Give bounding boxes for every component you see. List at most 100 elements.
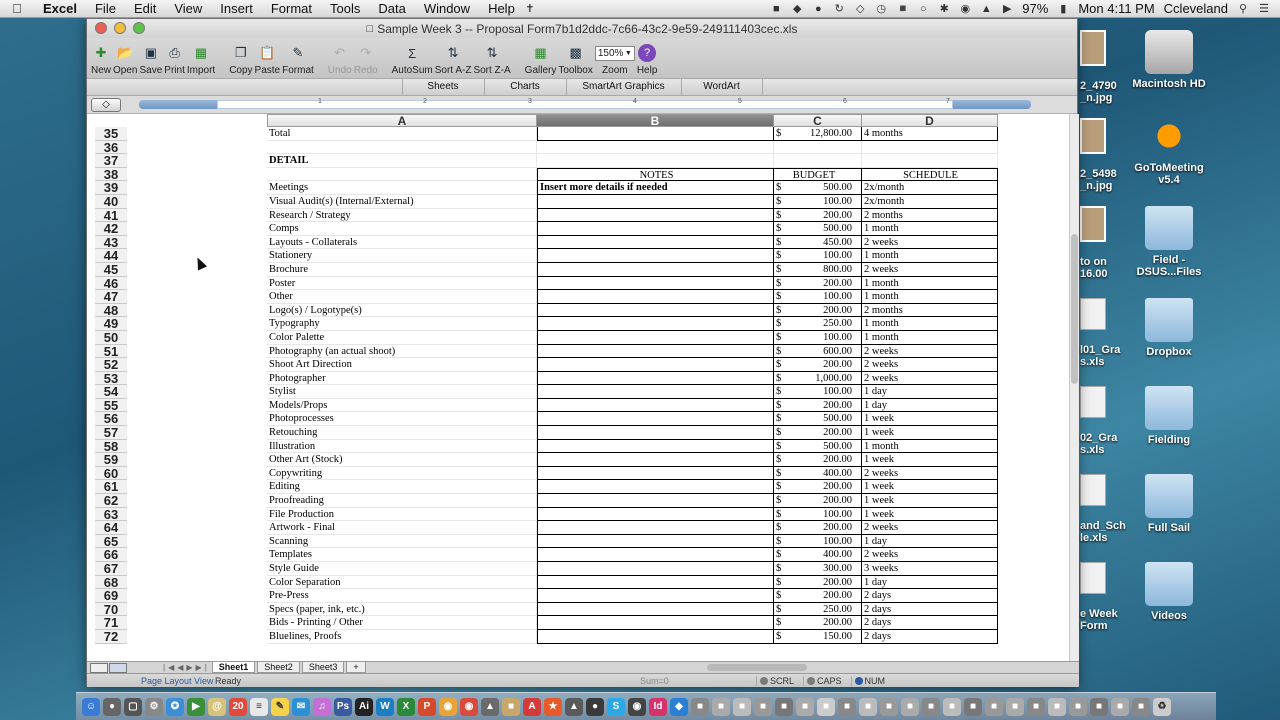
calendar-dock-icon[interactable]: 20 <box>229 697 247 716</box>
desktop-edge-label[interactable]: l01_Gra s.xls <box>1080 344 1120 368</box>
row-header[interactable]: 60 <box>95 466 127 481</box>
apple-menu-icon[interactable]:  <box>0 1 34 16</box>
stickies-dock-icon[interactable]: ✎ <box>271 697 289 716</box>
illustrator-dock-icon[interactable]: Ai <box>355 697 373 716</box>
save-button[interactable]: ▣ Save <box>139 38 162 78</box>
cell-d[interactable]: 2 months <box>862 208 998 223</box>
row-header[interactable]: 66 <box>95 548 127 562</box>
cell-d[interactable]: 2 weeks <box>862 235 998 250</box>
open-button[interactable]: 📂 Open <box>113 38 137 78</box>
menu-file[interactable]: File <box>86 1 125 16</box>
indesign-dock-icon[interactable]: Id <box>649 697 667 716</box>
cell-b[interactable] <box>537 439 774 454</box>
cell-d[interactable]: 2 weeks <box>862 344 998 359</box>
cell-d[interactable] <box>862 140 998 155</box>
import-button[interactable]: ▦ Import <box>187 38 215 78</box>
copy-button[interactable]: ❐ Copy <box>229 38 252 78</box>
clock[interactable]: Mon 4:11 PM <box>1078 1 1154 16</box>
cell-d[interactable]: 1 month <box>862 317 998 331</box>
cell-c[interactable] <box>774 154 862 168</box>
zoom-select[interactable]: 150% ▼ <box>594 46 635 61</box>
cell-a[interactable]: Meetings <box>267 181 537 195</box>
row-header[interactable]: 65 <box>95 534 127 549</box>
menu-help[interactable]: Help <box>479 1 524 16</box>
bluetooth-icon[interactable]: ✱ <box>938 2 950 15</box>
autosum-button[interactable]: Σ AutoSum <box>392 38 433 78</box>
cell-d[interactable]: 2 weeks <box>862 371 998 386</box>
script-menu-icon[interactable]: ✝ <box>524 2 536 15</box>
row-header[interactable]: 42 <box>95 222 127 236</box>
xls-file-icon[interactable] <box>1080 562 1106 594</box>
cell-a[interactable]: Other <box>267 290 537 304</box>
menu-format[interactable]: Format <box>262 1 321 16</box>
sheet-tab-1[interactable]: Sheet1 <box>211 662 256 673</box>
row-header[interactable]: 43 <box>95 235 127 250</box>
desktop-full-sail[interactable]: Full Sail <box>1124 474 1214 534</box>
cell-d[interactable]: 1 day <box>862 534 998 549</box>
app-dock-icon[interactable]: ■ <box>1048 697 1066 716</box>
cell-c[interactable]: $200.00 <box>774 494 862 508</box>
mission-control-dock-icon[interactable]: ▢ <box>124 697 142 716</box>
messages-dock-icon[interactable]: ✉ <box>292 697 310 716</box>
desktop-field-folder[interactable]: Field - DSUS...Files <box>1124 206 1214 278</box>
cell-c[interactable]: $200.00 <box>774 480 862 495</box>
sum-status[interactable]: Sum=0 <box>640 676 750 686</box>
row-header[interactable]: 64 <box>95 521 127 535</box>
row-header[interactable]: 39 <box>95 181 127 195</box>
facetime-dock-icon[interactable]: ▶ <box>187 697 205 716</box>
desktop-edge-label[interactable]: to on 16.00 <box>1080 256 1108 280</box>
dropbox-dock-icon[interactable]: ◆ <box>670 697 688 716</box>
cell-a[interactable]: Editing <box>267 480 537 495</box>
menu-window[interactable]: Window <box>415 1 479 16</box>
xls-file-icon[interactable] <box>1080 298 1106 330</box>
cell-d[interactable]: 2 days <box>862 629 998 644</box>
cell-a[interactable]: Color Palette <box>267 330 537 345</box>
cell-d[interactable]: 4 months <box>862 127 998 141</box>
xls-file-icon[interactable] <box>1080 386 1106 418</box>
row-header[interactable]: 48 <box>95 303 127 318</box>
cell-b[interactable] <box>537 494 774 508</box>
status-menu-icon[interactable]: ◇ <box>854 2 866 15</box>
row-header[interactable]: 67 <box>95 562 127 576</box>
app-dock-icon[interactable]: ■ <box>733 697 751 716</box>
word-dock-icon[interactable]: W <box>376 697 394 716</box>
desktop-fielding[interactable]: Fielding <box>1124 386 1214 446</box>
redo-button[interactable]: ↷ Redo <box>354 38 378 78</box>
cell-c[interactable]: $200.00 <box>774 616 862 630</box>
app-dock-icon[interactable]: ■ <box>901 697 919 716</box>
cell-b[interactable] <box>537 629 774 644</box>
cell-a[interactable]: File Production <box>267 507 537 522</box>
app-dock-icon[interactable]: ▲ <box>565 697 583 716</box>
cell-c[interactable]: $200.00 <box>774 358 862 372</box>
cell-a[interactable]: Comps <box>267 222 537 236</box>
app-dock-icon[interactable]: ■ <box>943 697 961 716</box>
cell-d[interactable]: 1 month <box>862 249 998 263</box>
cell-c[interactable]: $200.00 <box>774 453 862 467</box>
cell-c[interactable]: $200.00 <box>774 575 862 590</box>
cell-a[interactable]: Stylist <box>267 385 537 399</box>
cell-c[interactable]: $200.00 <box>774 398 862 413</box>
sheet-nav-arrows-icon[interactable]: |◀◀▶▶| <box>163 663 210 672</box>
menu-edit[interactable]: Edit <box>125 1 165 16</box>
row-header[interactable]: 54 <box>95 385 127 399</box>
cell-d[interactable]: 2 months <box>862 303 998 318</box>
desktop-videos[interactable]: Videos <box>1124 562 1214 622</box>
cell-d[interactable]: 1 week <box>862 426 998 440</box>
cell-c[interactable]: $100.00 <box>774 507 862 522</box>
cell-a[interactable]: Illustration <box>267 439 537 454</box>
cell-c[interactable]: $250.00 <box>774 317 862 331</box>
row-header[interactable]: 70 <box>95 602 127 617</box>
cell-b[interactable] <box>537 426 774 440</box>
cell-a[interactable]: Scanning <box>267 534 537 549</box>
skype-dock-icon[interactable]: S <box>607 697 625 716</box>
cell-b[interactable] <box>537 303 774 318</box>
cell-d[interactable]: 2 weeks <box>862 521 998 535</box>
app-dock-icon[interactable]: ■ <box>691 697 709 716</box>
app-dock-icon[interactable]: ● <box>586 697 604 716</box>
xls-file-icon[interactable] <box>1080 474 1106 506</box>
notes-dock-icon[interactable]: ≡ <box>250 697 268 716</box>
row-header[interactable]: 71 <box>95 616 127 630</box>
powerpoint-dock-icon[interactable]: P <box>418 697 436 716</box>
cell-b[interactable] <box>537 548 774 562</box>
zoom-window-button[interactable] <box>133 22 145 34</box>
